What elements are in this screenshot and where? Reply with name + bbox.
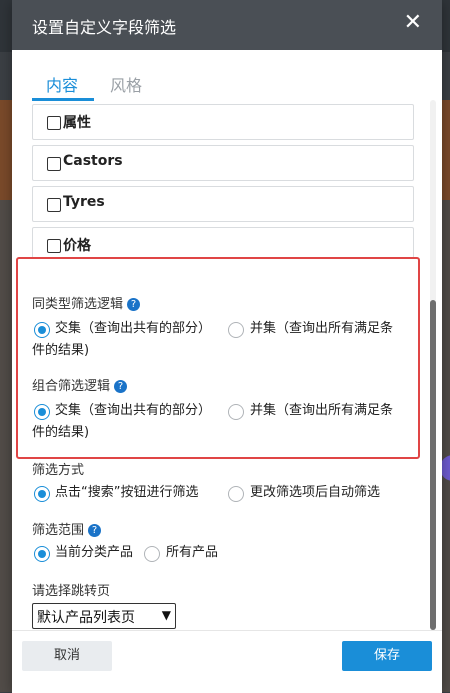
save-button[interactable]: 保存 xyxy=(342,641,432,671)
field-label: 属性 xyxy=(63,115,91,131)
tab-style[interactable]: 风格 xyxy=(110,72,142,102)
filter-mode-search-label: 点击“搜索”按钮进行筛选 xyxy=(55,485,199,500)
field-item[interactable]: 价格 xyxy=(32,227,414,258)
filter-mode-search-radio[interactable] xyxy=(34,486,50,502)
same-type-intersection-radio[interactable] xyxy=(34,322,50,338)
dialog-body: 属性 Castors Tyres 价格 同类型筛选逻辑? 交集（查询出共有的部分… xyxy=(12,100,442,630)
field-label: Tyres xyxy=(63,194,105,210)
tab-bar: 内容 风格 xyxy=(32,72,420,102)
filter-scope-title: 筛选范围? xyxy=(32,519,102,538)
help-icon[interactable]: ? xyxy=(114,380,128,393)
dialog-footer: 取消 保存 xyxy=(12,630,442,693)
combo-logic-title: 组合筛选逻辑? xyxy=(32,375,128,394)
combo-intersection-label: 交集（查询出共有的部分） xyxy=(55,403,212,418)
filter-mode-auto-label: 更改筛选项后自动筛选 xyxy=(250,485,381,500)
filter-scope-all-radio[interactable] xyxy=(144,546,160,562)
redirect-page-title: 请选择跳转页 xyxy=(32,584,111,599)
redirect-page-select[interactable]: 默认产品列表页 ▼ xyxy=(32,603,176,629)
same-type-logic-title: 同类型筛选逻辑? xyxy=(32,293,141,312)
combo-union-label-wrap: 件的结果) xyxy=(32,425,90,440)
field-checkbox[interactable] xyxy=(47,239,61,253)
filter-mode-title: 筛选方式 xyxy=(32,463,85,478)
chevron-down-icon: ▼ xyxy=(161,608,171,622)
combo-intersection-radio[interactable] xyxy=(34,404,50,420)
custom-field-filter-dialog: 设置自定义字段筛选 ✕ 内容 风格 属性 Castors Tyres 价格 同类… xyxy=(12,0,442,693)
field-checkbox[interactable] xyxy=(47,198,61,212)
dialog-header: 设置自定义字段筛选 ✕ xyxy=(12,0,442,50)
redirect-page-value: 默认产品列表页 xyxy=(37,610,135,626)
dialog-title: 设置自定义字段筛选 xyxy=(32,18,177,37)
filter-scope-current-label: 当前分类产品 xyxy=(55,545,134,560)
field-label: 价格 xyxy=(63,238,91,254)
same-type-union-label-wrap: 件的结果) xyxy=(32,343,90,358)
filter-scope-current-radio[interactable] xyxy=(34,546,50,562)
cancel-button[interactable]: 取消 xyxy=(22,641,112,671)
field-item[interactable]: 属性 xyxy=(32,104,414,140)
scrollbar-thumb[interactable] xyxy=(430,300,436,630)
field-checkbox[interactable] xyxy=(47,157,61,171)
combo-union-radio[interactable] xyxy=(228,404,244,420)
combo-union-label: 并集（查询出所有满足条 xyxy=(250,403,394,418)
close-icon[interactable]: ✕ xyxy=(404,12,422,34)
filter-mode-auto-radio[interactable] xyxy=(228,486,244,502)
same-type-union-label: 并集（查询出所有满足条 xyxy=(250,321,394,336)
scrollbar[interactable] xyxy=(430,100,436,630)
filter-scope-all-label: 所有产品 xyxy=(166,545,219,560)
field-label: Castors xyxy=(63,153,123,169)
same-type-union-radio[interactable] xyxy=(228,322,244,338)
help-icon[interactable]: ? xyxy=(88,524,102,537)
field-item[interactable]: Tyres xyxy=(32,186,414,222)
field-checkbox[interactable] xyxy=(47,116,61,130)
help-icon[interactable]: ? xyxy=(127,298,141,311)
same-type-intersection-label: 交集（查询出共有的部分） xyxy=(55,321,212,336)
field-item[interactable]: Castors xyxy=(32,145,414,181)
